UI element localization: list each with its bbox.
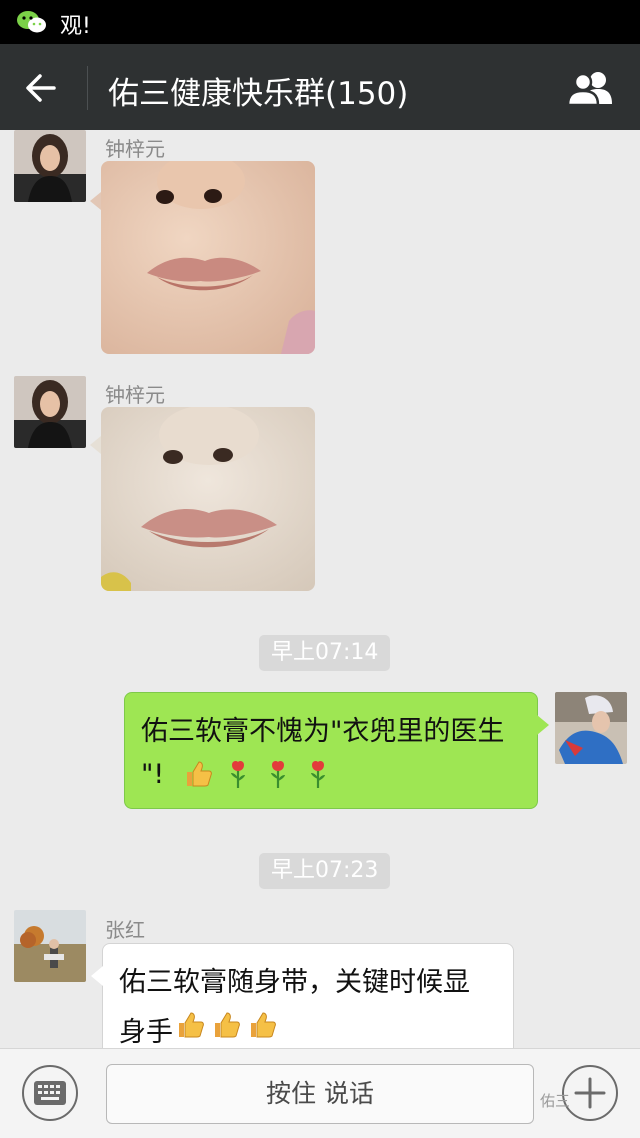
message-text-line: 佑三软膏随身带，关键时候显 xyxy=(119,967,470,998)
incoming-text-bubble[interactable]: 佑三软膏随身带，关键时候显 身手 xyxy=(91,943,514,1048)
group-members-icon[interactable] xyxy=(566,70,614,106)
my-avatar[interactable] xyxy=(555,692,627,764)
chat-messages-area[interactable]: 钟梓元 钟梓元 早上07:14 佑三软膏不愧为"衣兜里的医生 "! 早上07:2… xyxy=(0,130,640,1048)
nose-lips-photo-1 xyxy=(101,161,315,354)
keyboard-icon xyxy=(34,1081,66,1105)
emoji-row xyxy=(183,759,333,789)
rose-emoji xyxy=(231,761,245,788)
status-bar: 观! xyxy=(0,0,640,44)
photo-message[interactable] xyxy=(101,407,315,591)
more-options-button[interactable] xyxy=(562,1065,618,1121)
outdoor-photo-avatar xyxy=(14,910,86,982)
bubble-tail xyxy=(90,436,101,454)
message-text-line: "! xyxy=(141,759,165,790)
thumbs-up-emoji xyxy=(251,1012,276,1038)
message-text-line: 佑三软膏不愧为"衣兜里的医生 xyxy=(141,716,505,747)
chat-header: 佑三健康快乐群(150) xyxy=(0,44,640,130)
bubble-tail xyxy=(91,966,103,986)
costume-portrait-avatar xyxy=(555,692,627,764)
hold-to-talk-button[interactable]: 按住 说话 xyxy=(106,1064,534,1124)
sender-avatar[interactable] xyxy=(14,130,86,202)
woman-portrait-avatar xyxy=(14,376,86,448)
nose-lips-photo-2 xyxy=(101,407,315,591)
rose-emoji xyxy=(271,761,285,788)
photo-message[interactable] xyxy=(101,161,315,354)
back-arrow-icon[interactable] xyxy=(24,71,58,105)
bubble-tail xyxy=(537,715,549,735)
chat-title: 佑三健康快乐群(150) xyxy=(108,76,409,112)
thumbs-up-emoji xyxy=(179,1012,204,1038)
thumbs-up-emoji xyxy=(187,761,212,787)
woman-portrait-avatar xyxy=(14,130,86,202)
watermark: 佑三 xyxy=(540,1092,571,1110)
bubble-tail xyxy=(90,192,101,210)
sender-name: 钟梓元 xyxy=(105,137,165,161)
message-text-line: 身手 xyxy=(119,1017,173,1048)
keyboard-toggle-button[interactable] xyxy=(22,1065,78,1121)
plus-icon xyxy=(574,1077,606,1109)
timestamp-badge: 早上07:23 xyxy=(259,853,391,889)
outgoing-text-bubble[interactable]: 佑三软膏不愧为"衣兜里的医生 "! xyxy=(124,692,549,809)
status-notification-text: 观! xyxy=(60,14,91,39)
wechat-icon xyxy=(17,11,46,33)
sender-name: 钟梓元 xyxy=(105,383,165,407)
sender-name: 张红 xyxy=(105,918,145,942)
thumbs-up-emoji xyxy=(215,1012,240,1038)
rose-emoji xyxy=(311,761,325,788)
sender-avatar[interactable] xyxy=(14,910,86,982)
emoji-row xyxy=(175,1010,277,1040)
header-divider xyxy=(87,66,88,110)
sender-avatar[interactable] xyxy=(14,376,86,448)
timestamp-badge: 早上07:14 xyxy=(259,635,391,671)
